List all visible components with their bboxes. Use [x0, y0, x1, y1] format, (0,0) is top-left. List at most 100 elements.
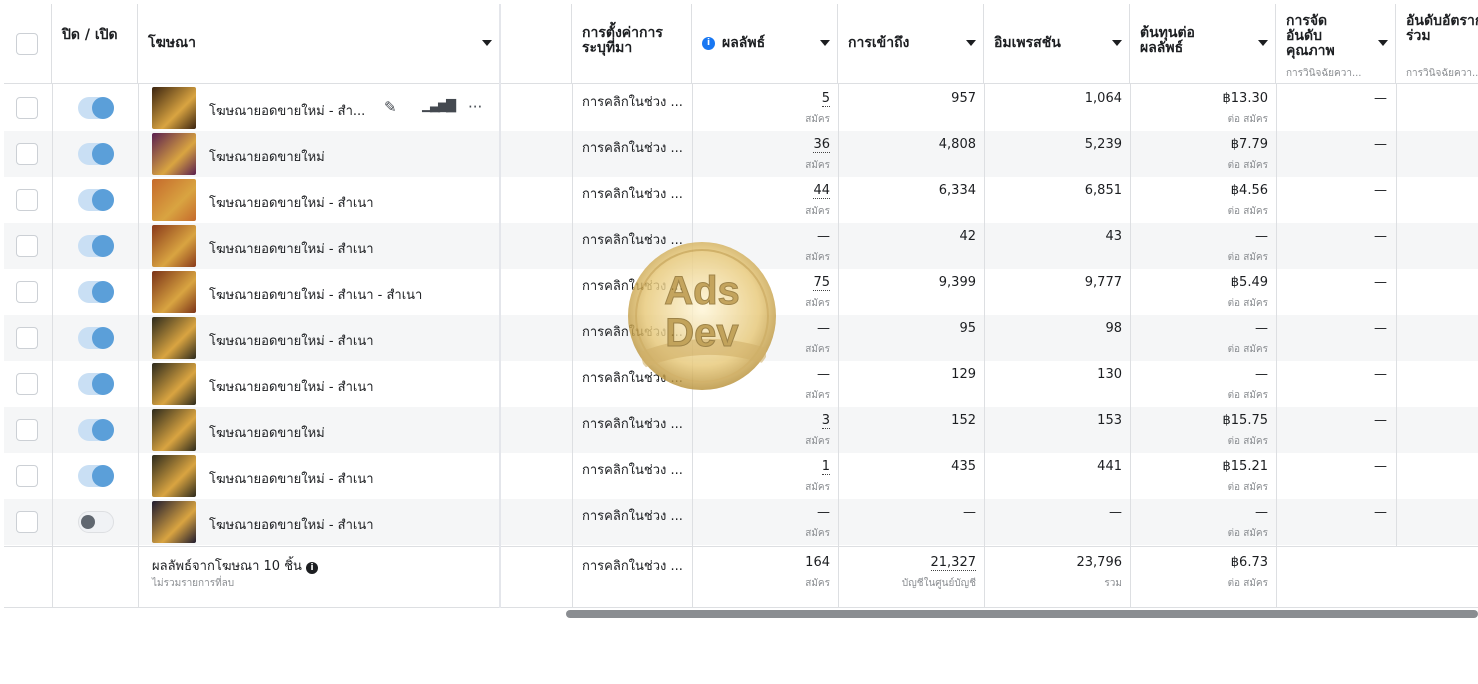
ad-status-toggle[interactable]	[78, 419, 114, 441]
info-icon[interactable]: i	[702, 37, 715, 50]
more-options-icon[interactable]: ···	[468, 98, 482, 116]
results-unit: สมัคร	[805, 206, 830, 217]
results-number: 36	[813, 137, 830, 153]
ad-name[interactable]: โฆษณายอดขายใหม่ - สำเนา	[209, 330, 374, 351]
row-checkbox[interactable]	[16, 419, 38, 441]
header-results[interactable]: i ผลลัพธ์	[692, 4, 838, 84]
impressions-value: 441	[1097, 459, 1122, 474]
column-divider	[138, 84, 139, 608]
ad-thumbnail[interactable]	[152, 133, 196, 175]
ad-name[interactable]: โฆษณายอดขายใหม่ - สำเนา	[209, 238, 374, 259]
header-cpr-label: ต้นทุนต่อผลลัพธ์	[1140, 25, 1195, 56]
ad-name[interactable]: โฆษณายอดขายใหม่ - สำ...	[209, 100, 365, 121]
header-impressions[interactable]: อิมเพรสชัน	[984, 4, 1130, 84]
info-icon[interactable]: i	[306, 562, 319, 574]
row-checkbox[interactable]	[16, 281, 38, 303]
reach-value: 9,399	[938, 275, 976, 290]
ad-name[interactable]: โฆษณายอดขายใหม่ - สำเนา	[209, 468, 374, 489]
ad-status-toggle[interactable]	[78, 465, 114, 487]
impressions-value: 1,064	[1084, 91, 1122, 106]
results-unit: สมัคร	[805, 160, 830, 171]
ad-thumbnail[interactable]	[152, 179, 196, 221]
table-row[interactable]: โฆษณายอดขายใหม่ - สำเนา การคลิกในช่วง ...…	[4, 177, 1478, 223]
ad-thumbnail[interactable]	[152, 87, 196, 129]
sort-caret-icon[interactable]	[482, 40, 492, 46]
results-number: —	[817, 321, 830, 336]
results-value: 1	[692, 459, 830, 475]
row-checkbox[interactable]	[16, 97, 38, 119]
ad-thumbnail[interactable]	[152, 225, 196, 267]
row-checkbox[interactable]	[16, 189, 38, 211]
ad-status-toggle[interactable]	[78, 143, 114, 165]
ad-name[interactable]: โฆษณายอดขายใหม่ - สำเนา - สำเนา	[209, 284, 422, 305]
ad-name[interactable]: โฆษณายอดขายใหม่	[209, 146, 325, 167]
sort-caret-icon[interactable]	[1378, 40, 1388, 46]
table-row[interactable]: โฆษณายอดขายใหม่ การคลิกในช่วง ... 36 สมัคร 4…	[4, 131, 1478, 177]
toggle-knob	[92, 465, 114, 487]
ad-status-toggle[interactable]	[78, 235, 114, 257]
results-number: 5	[821, 91, 830, 107]
horizontal-scrollbar[interactable]	[566, 610, 1478, 618]
cpr-value: ฿7.79	[1230, 137, 1268, 152]
chart-bars-icon[interactable]: ▁▃▅▇	[422, 98, 456, 113]
ad-name[interactable]: โฆษณายอดขายใหม่	[209, 422, 325, 443]
ad-name[interactable]: โฆษณายอดขายใหม่ - สำเนา	[209, 376, 374, 397]
ad-name[interactable]: โฆษณายอดขายใหม่ - สำเนา	[209, 192, 374, 213]
row-checkbox[interactable]	[16, 373, 38, 395]
impressions-value: 153	[1097, 413, 1122, 428]
summary-reach-value: 21,327	[930, 555, 976, 571]
ad-thumbnail[interactable]	[152, 455, 196, 497]
ad-thumbnail[interactable]	[152, 317, 196, 359]
ad-status-toggle[interactable]	[78, 97, 114, 119]
toggle-knob	[92, 281, 114, 303]
ad-status-toggle[interactable]	[78, 189, 114, 211]
sort-caret-icon[interactable]	[1112, 40, 1122, 46]
header-reach[interactable]: การเข้าถึง	[838, 4, 984, 84]
cpr-value: ฿15.21	[1222, 459, 1269, 474]
column-divider	[984, 84, 985, 608]
ad-thumbnail[interactable]	[152, 501, 196, 543]
cpr-value: ฿4.56	[1230, 183, 1268, 198]
ad-status-toggle[interactable]	[78, 327, 114, 349]
row-checkbox[interactable]	[16, 235, 38, 257]
header-attribution[interactable]: การตั้งค่าการระบุที่มา	[572, 4, 692, 84]
ad-thumbnail[interactable]	[152, 271, 196, 313]
summary-cpr: ฿6.73	[1230, 555, 1268, 570]
cpr-unit: ต่อ สมัคร	[1227, 344, 1268, 355]
cpr-value: —	[1255, 505, 1268, 520]
ad-thumbnail[interactable]	[152, 409, 196, 451]
sort-caret-icon[interactable]	[820, 40, 830, 46]
ad-status-toggle[interactable]	[78, 373, 114, 395]
edit-pencil-icon[interactable]: ✎	[384, 98, 397, 116]
quality-ranking: —	[1374, 183, 1387, 198]
sort-caret-icon[interactable]	[1258, 40, 1268, 46]
table-row[interactable]: โฆษณายอดขายใหม่ การคลิกในช่วง ... 3 สมัคร 15…	[4, 407, 1478, 453]
cpr-value: —	[1255, 321, 1268, 336]
header-spacer	[500, 4, 572, 84]
ad-name[interactable]: โฆษณายอดขายใหม่ - สำเนา	[209, 514, 374, 535]
ad-thumbnail[interactable]	[152, 363, 196, 405]
header-onoff[interactable]: ปิด / เปิด	[52, 4, 138, 84]
quality-ranking: —	[1374, 367, 1387, 382]
table-row[interactable]: โฆษณายอดขายใหม่ - สำ... ✎ ▁▃▅▇ ··· การคลิกใน…	[4, 85, 1478, 131]
header-engagement[interactable]: อันดับอัตราการมีส่วนร่วม การวินิจฉัยควา.…	[1396, 4, 1478, 84]
ad-status-toggle[interactable]	[78, 281, 114, 303]
cpr-value: ฿5.49	[1230, 275, 1268, 290]
cpr-unit: ต่อ สมัคร	[1227, 528, 1268, 539]
impressions-value: 5,239	[1084, 137, 1122, 152]
table-row[interactable]: โฆษณายอดขายใหม่ - สำเนา การคลิกในช่วง ...…	[4, 453, 1478, 499]
ad-status-toggle[interactable]	[78, 511, 114, 533]
cpr-value: ฿13.30	[1222, 91, 1269, 106]
header-quality[interactable]: การจัดอันดับคุณภาพ การวินิจฉัยควา...	[1276, 4, 1396, 84]
table-row[interactable]: โฆษณายอดขายใหม่ - สำเนา การคลิกในช่วง ...…	[4, 499, 1478, 545]
cpr-unit: ต่อ สมัคร	[1227, 160, 1268, 171]
row-checkbox[interactable]	[16, 327, 38, 349]
header-ad[interactable]: โฆษณา	[138, 4, 500, 84]
row-checkbox[interactable]	[16, 465, 38, 487]
select-all-checkbox[interactable]	[16, 33, 38, 55]
row-checkbox[interactable]	[16, 511, 38, 533]
sort-caret-icon[interactable]	[966, 40, 976, 46]
results-number: —	[817, 505, 830, 520]
header-cpr[interactable]: ต้นทุนต่อผลลัพธ์	[1130, 4, 1276, 84]
row-checkbox[interactable]	[16, 143, 38, 165]
